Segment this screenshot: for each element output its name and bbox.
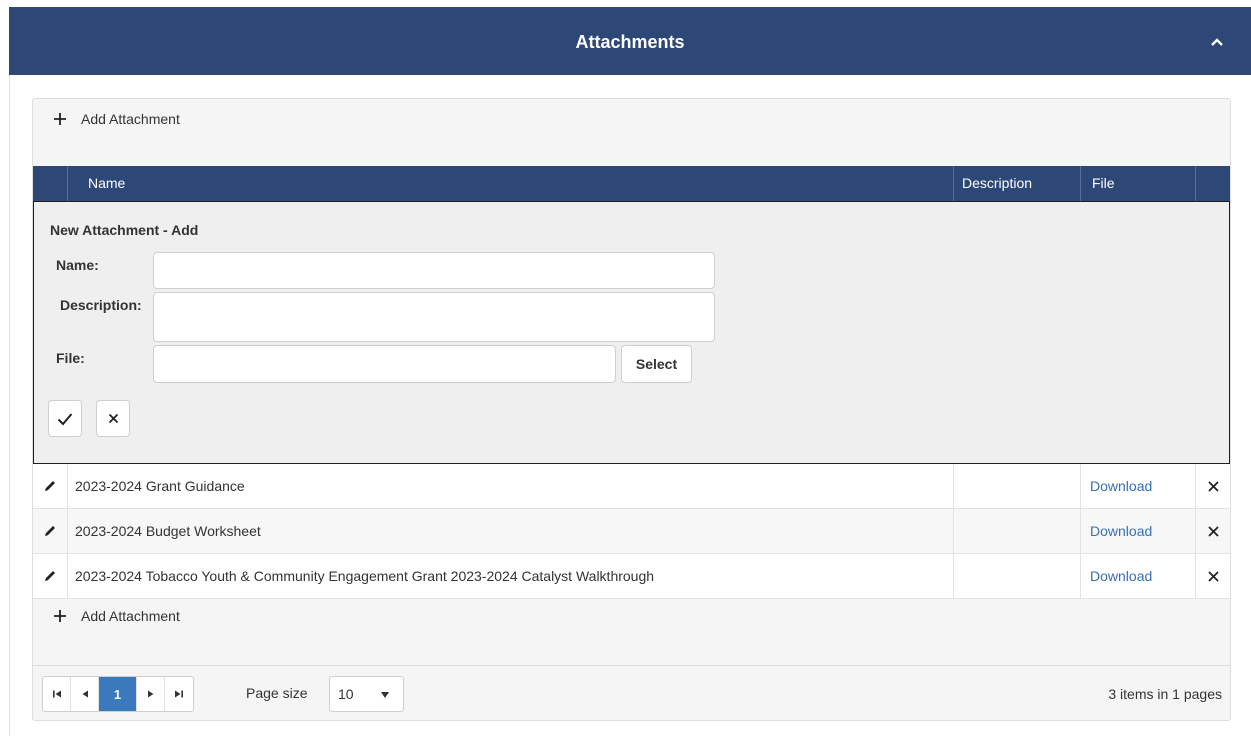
add-attachment-button[interactable]: Add Attachment: [53, 108, 180, 130]
save-button[interactable]: [48, 400, 82, 437]
last-page-icon: [175, 690, 183, 698]
panel-header: Attachments: [9, 7, 1251, 75]
page-size-value: 10: [338, 686, 354, 702]
last-page-button[interactable]: [165, 677, 193, 711]
name-input[interactable]: [153, 252, 715, 289]
add-attachment-label: Add Attachment: [81, 111, 180, 127]
pencil-icon: [45, 526, 55, 536]
download-link[interactable]: Download: [1080, 509, 1195, 553]
close-icon: [108, 413, 118, 424]
page-size-select[interactable]: 10: [329, 676, 404, 712]
next-page-icon: [147, 690, 153, 698]
description-input[interactable]: [153, 292, 715, 342]
header-edit-column: [33, 166, 67, 201]
previous-page-button[interactable]: [71, 677, 99, 711]
header-description[interactable]: Description: [953, 166, 1080, 201]
attachments-grid: Add Attachment Name Description File New…: [32, 98, 1231, 721]
chevron-down-icon: [381, 692, 389, 698]
pager-info: 3 items in 1 pages: [1108, 686, 1222, 702]
table-row: 2023-2024 Grant Guidance Download: [33, 464, 1230, 509]
header-actions-column: [1195, 166, 1230, 201]
form-title: New Attachment - Add: [50, 222, 199, 238]
first-page-icon: [52, 690, 61, 698]
delete-row-button[interactable]: [1195, 554, 1230, 598]
pager: 1: [42, 676, 194, 712]
pencil-icon: [45, 481, 55, 491]
row-name: 2023-2024 Tobacco Youth & Community Enga…: [67, 554, 953, 598]
row-description: [953, 554, 1080, 598]
download-link[interactable]: Download: [1080, 554, 1195, 598]
row-description: [953, 509, 1080, 553]
edit-row-button[interactable]: [33, 509, 67, 553]
cancel-button[interactable]: [96, 400, 130, 437]
select-file-button[interactable]: Select: [621, 345, 692, 383]
name-label: Name:: [56, 257, 99, 273]
close-icon: [1207, 480, 1219, 492]
download-link[interactable]: Download: [1080, 464, 1195, 508]
add-attachment-button-bottom[interactable]: Add Attachment: [53, 605, 180, 627]
grid-header: Name Description File: [33, 166, 1230, 201]
pager-divider: [33, 665, 1230, 666]
close-icon: [1207, 570, 1219, 582]
chevron-up-icon[interactable]: [1210, 37, 1224, 47]
check-icon: [57, 412, 73, 425]
edit-row-button[interactable]: [33, 554, 67, 598]
new-attachment-form: New Attachment - Add Name: Description: …: [33, 201, 1230, 464]
delete-row-button[interactable]: [1195, 509, 1230, 553]
row-name: 2023-2024 Grant Guidance: [67, 464, 953, 508]
previous-page-icon: [82, 690, 88, 698]
page-size-label: Page size: [246, 685, 308, 701]
header-name[interactable]: Name: [67, 166, 953, 201]
plus-icon: [54, 113, 66, 125]
add-attachment-label: Add Attachment: [81, 608, 180, 624]
close-icon: [1207, 525, 1219, 537]
first-page-button[interactable]: [43, 677, 71, 711]
table-row: 2023-2024 Budget Worksheet Download: [33, 509, 1230, 554]
pencil-icon: [45, 571, 55, 581]
page-1-button[interactable]: 1: [99, 677, 137, 711]
plus-icon: [54, 610, 66, 622]
file-label: File:: [56, 350, 85, 366]
edit-row-button[interactable]: [33, 464, 67, 508]
row-name: 2023-2024 Budget Worksheet: [67, 509, 953, 553]
header-file[interactable]: File: [1080, 166, 1195, 201]
row-description: [953, 464, 1080, 508]
panel-title: Attachments: [575, 32, 685, 52]
delete-row-button[interactable]: [1195, 464, 1230, 508]
table-row: 2023-2024 Tobacco Youth & Community Enga…: [33, 554, 1230, 599]
next-page-button[interactable]: [137, 677, 165, 711]
description-label: Description:: [60, 297, 142, 313]
file-input[interactable]: [153, 345, 616, 383]
